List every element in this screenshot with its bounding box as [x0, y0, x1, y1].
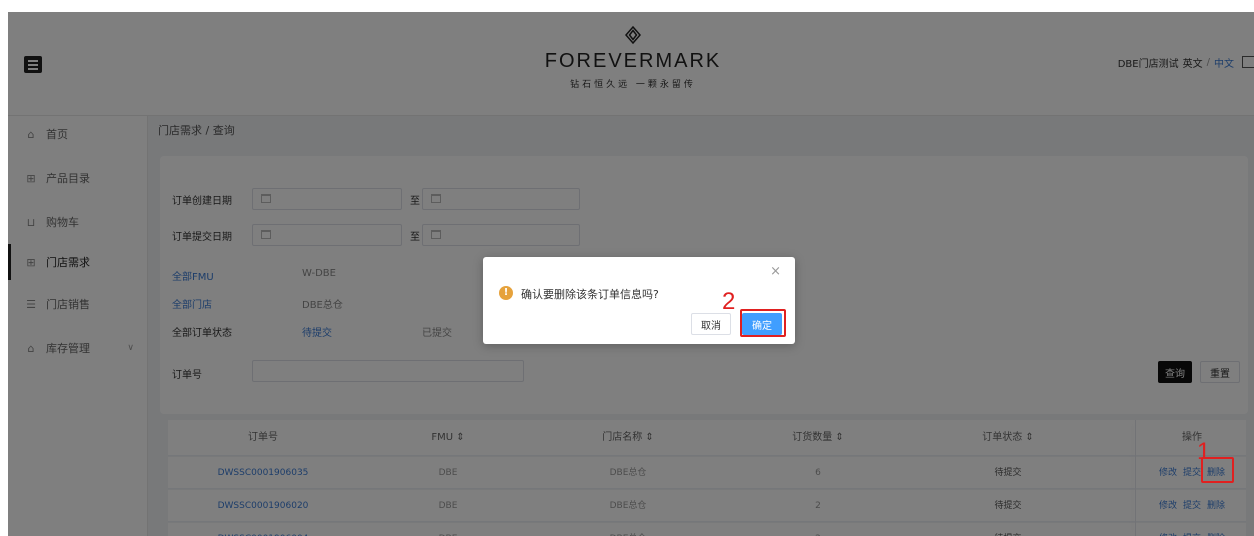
app-window: FOREVERMARK 钻石恒久远 一颗永留传 DBE门店测试 英文 / 中文 …: [8, 12, 1254, 536]
annotation-box-confirm: [740, 309, 786, 337]
annotation-step-1: 1: [1197, 438, 1211, 465]
cancel-button[interactable]: 取消: [691, 313, 731, 335]
dialog-message: 确认要删除该条订单信息吗?: [521, 288, 659, 301]
annotation-step-2: 2: [722, 288, 736, 315]
warning-icon: !: [499, 286, 513, 300]
top-strip: [0, 0, 1254, 12]
close-icon[interactable]: ×: [770, 265, 781, 279]
